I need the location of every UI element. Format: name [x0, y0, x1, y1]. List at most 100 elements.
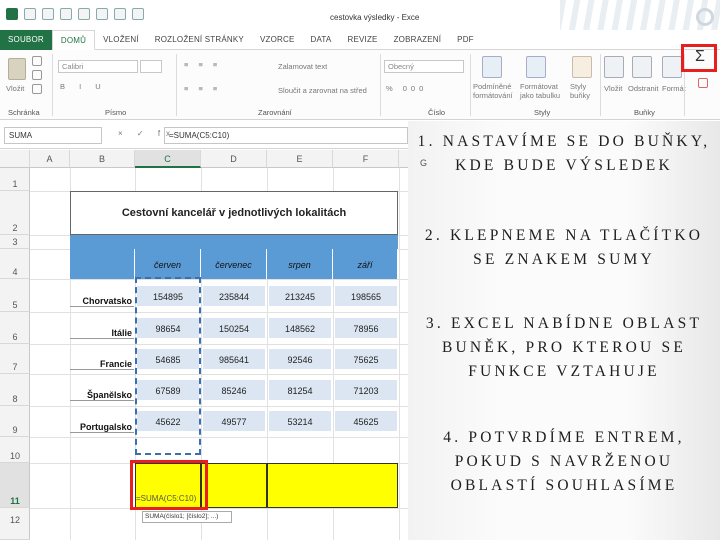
column-header-f[interactable]: F	[333, 150, 399, 168]
save-icon[interactable]	[24, 8, 36, 20]
value-cell[interactable]: 985641	[202, 348, 266, 370]
table-header-band	[70, 235, 398, 249]
row-header-7[interactable]: 7	[0, 344, 30, 374]
row-header-4[interactable]: 4	[0, 249, 30, 279]
title-bar: cestovka výsledky - Exce	[0, 0, 720, 34]
insert-cells-icon[interactable]	[604, 56, 624, 78]
cond-format-icon[interactable]	[482, 56, 502, 78]
format-table-icon[interactable]	[526, 56, 546, 78]
value-cell[interactable]: 92546	[268, 348, 332, 370]
fill-icon[interactable]	[698, 78, 708, 88]
row-header-3[interactable]: 3	[0, 235, 30, 249]
number-buttons[interactable]: % 000	[386, 84, 427, 93]
format-table-button[interactable]: Formátovat jako tabulku	[520, 82, 564, 100]
align-bottom-buttons[interactable]: ≡ ≡ ≡	[184, 84, 221, 93]
cut-icon[interactable]	[32, 56, 42, 66]
print-icon[interactable]	[78, 8, 90, 20]
select-all-corner[interactable]	[0, 150, 30, 168]
preview-icon[interactable]	[96, 8, 108, 20]
formula-input[interactable]: =SUMA(C5:C10)	[164, 127, 408, 144]
value-cell[interactable]: 198565	[334, 285, 398, 307]
column-header-c[interactable]: C	[135, 150, 201, 168]
tab-formulas[interactable]: VZORCE	[252, 30, 303, 50]
column-header-b[interactable]: B	[70, 150, 135, 168]
header-cell-month[interactable]: září	[333, 249, 398, 279]
redo-icon[interactable]	[60, 8, 72, 20]
country-cell[interactable]: Itálie	[70, 315, 134, 339]
value-cell[interactable]: 85246	[202, 379, 266, 401]
row-header-12[interactable]: 12	[0, 508, 30, 540]
tab-home[interactable]: DOMŮ	[51, 29, 96, 50]
country-cell[interactable]: Portugalsko	[70, 409, 134, 433]
tab-insert[interactable]: VLOŽENÍ	[95, 30, 147, 50]
value-cell[interactable]: 213245	[268, 285, 332, 307]
group-styles-label: Styly	[534, 108, 551, 117]
format-cells-icon[interactable]	[662, 56, 682, 78]
country-cell[interactable]: Španělsko	[70, 377, 134, 401]
insert-cells-button[interactable]: Vložit	[604, 84, 622, 93]
row-header-2[interactable]: 2	[0, 191, 30, 235]
value-cell[interactable]: 235844	[202, 285, 266, 307]
worksheet-grid[interactable]: A B C D E F 1 2 3 4 5 6 7 8 9 10 11 12 C…	[0, 150, 410, 540]
result-cell-e11[interactable]	[267, 463, 398, 508]
copy-icon[interactable]	[32, 70, 42, 80]
row-header-11[interactable]: 11	[0, 463, 30, 508]
row-header-8[interactable]: 8	[0, 374, 30, 406]
tab-file[interactable]: SOUBOR	[0, 29, 52, 50]
open-icon[interactable]	[114, 8, 126, 20]
tab-review[interactable]: REVIZE	[339, 30, 385, 50]
step-2-text: 2. KLEPNEME NA TLAČÍTKO SE ZNAKEM SUMY	[424, 227, 704, 268]
delete-cells-button[interactable]: Odstranit	[628, 84, 658, 93]
value-cell[interactable]: 45625	[334, 410, 398, 432]
row-header-6[interactable]: 6	[0, 312, 30, 344]
column-header-e[interactable]: E	[267, 150, 333, 168]
value-cell[interactable]: 49577	[202, 410, 266, 432]
name-box[interactable]: SUMA	[4, 127, 102, 144]
header-cell-month[interactable]: červenec	[201, 249, 267, 279]
cell-styles-button[interactable]: Styly buňky	[570, 82, 596, 100]
step-4-text: 4. POTVRDÍME ENTREM, POKUD S NAVRŽENOU O…	[443, 429, 685, 494]
row-header-10[interactable]: 10	[0, 437, 30, 463]
column-header-d[interactable]: D	[201, 150, 267, 168]
number-format-select[interactable]: Obecný	[384, 60, 464, 73]
tab-data[interactable]: DATA	[303, 30, 340, 50]
paste-button[interactable]: Vložit	[6, 84, 24, 93]
country-cell[interactable]: Francie	[70, 346, 134, 370]
value-cell[interactable]: 81254	[268, 379, 332, 401]
row-header-1[interactable]: 1	[0, 168, 30, 191]
tab-pdf[interactable]: PDF	[449, 30, 482, 50]
wrap-text-button[interactable]: Zalamovat text	[278, 62, 327, 71]
result-cell-d11[interactable]	[201, 463, 267, 508]
value-cell[interactable]: 148562	[268, 317, 332, 339]
qat-more-icon[interactable]	[132, 8, 144, 20]
font-format-buttons[interactable]: B I U	[60, 82, 107, 91]
header-cell-blank[interactable]	[70, 249, 135, 279]
delete-cells-icon[interactable]	[632, 56, 652, 78]
tab-page-layout[interactable]: ROZLOŽENÍ STRÁNKY	[147, 30, 252, 50]
row-header-5[interactable]: 5	[0, 279, 30, 312]
column-header-a[interactable]: A	[30, 150, 70, 168]
header-cell-month[interactable]: červen	[135, 249, 201, 279]
header-cell-month[interactable]: srpen	[267, 249, 333, 279]
row-header-9[interactable]: 9	[0, 406, 30, 437]
font-name-select[interactable]: Calibri	[58, 60, 138, 73]
value-cell[interactable]: 71203	[334, 379, 398, 401]
table-title-cell[interactable]: Cestovní kancelář v jednotlivých lokalit…	[70, 191, 398, 235]
font-size-select[interactable]	[140, 60, 162, 73]
format-cells-button[interactable]: Formát	[662, 84, 686, 93]
align-top-buttons[interactable]: ≡ ≡ ≡	[184, 60, 221, 69]
country-cell[interactable]: Chorvatsko	[70, 283, 134, 307]
cell-styles-icon[interactable]	[572, 56, 592, 78]
value-cell[interactable]: 53214	[268, 410, 332, 432]
paste-icon[interactable]	[8, 58, 26, 80]
undo-icon[interactable]	[42, 8, 54, 20]
format-painter-icon[interactable]	[32, 84, 42, 94]
cond-format-button[interactable]: Podmíněné formátování	[473, 82, 517, 100]
formula-bar: SUMA × ✓ fx =SUMA(C5:C10)	[0, 121, 410, 149]
tab-view[interactable]: ZOBRAZENÍ	[386, 30, 450, 50]
merge-center-button[interactable]: Sloučit a zarovnat na střed	[278, 86, 367, 95]
value-cell[interactable]: 75625	[334, 348, 398, 370]
value-cell[interactable]: 78956	[334, 317, 398, 339]
value-cell[interactable]: 150254	[202, 317, 266, 339]
function-tooltip: SUMA(číslo1; [číslo2]; ...)	[142, 511, 232, 523]
